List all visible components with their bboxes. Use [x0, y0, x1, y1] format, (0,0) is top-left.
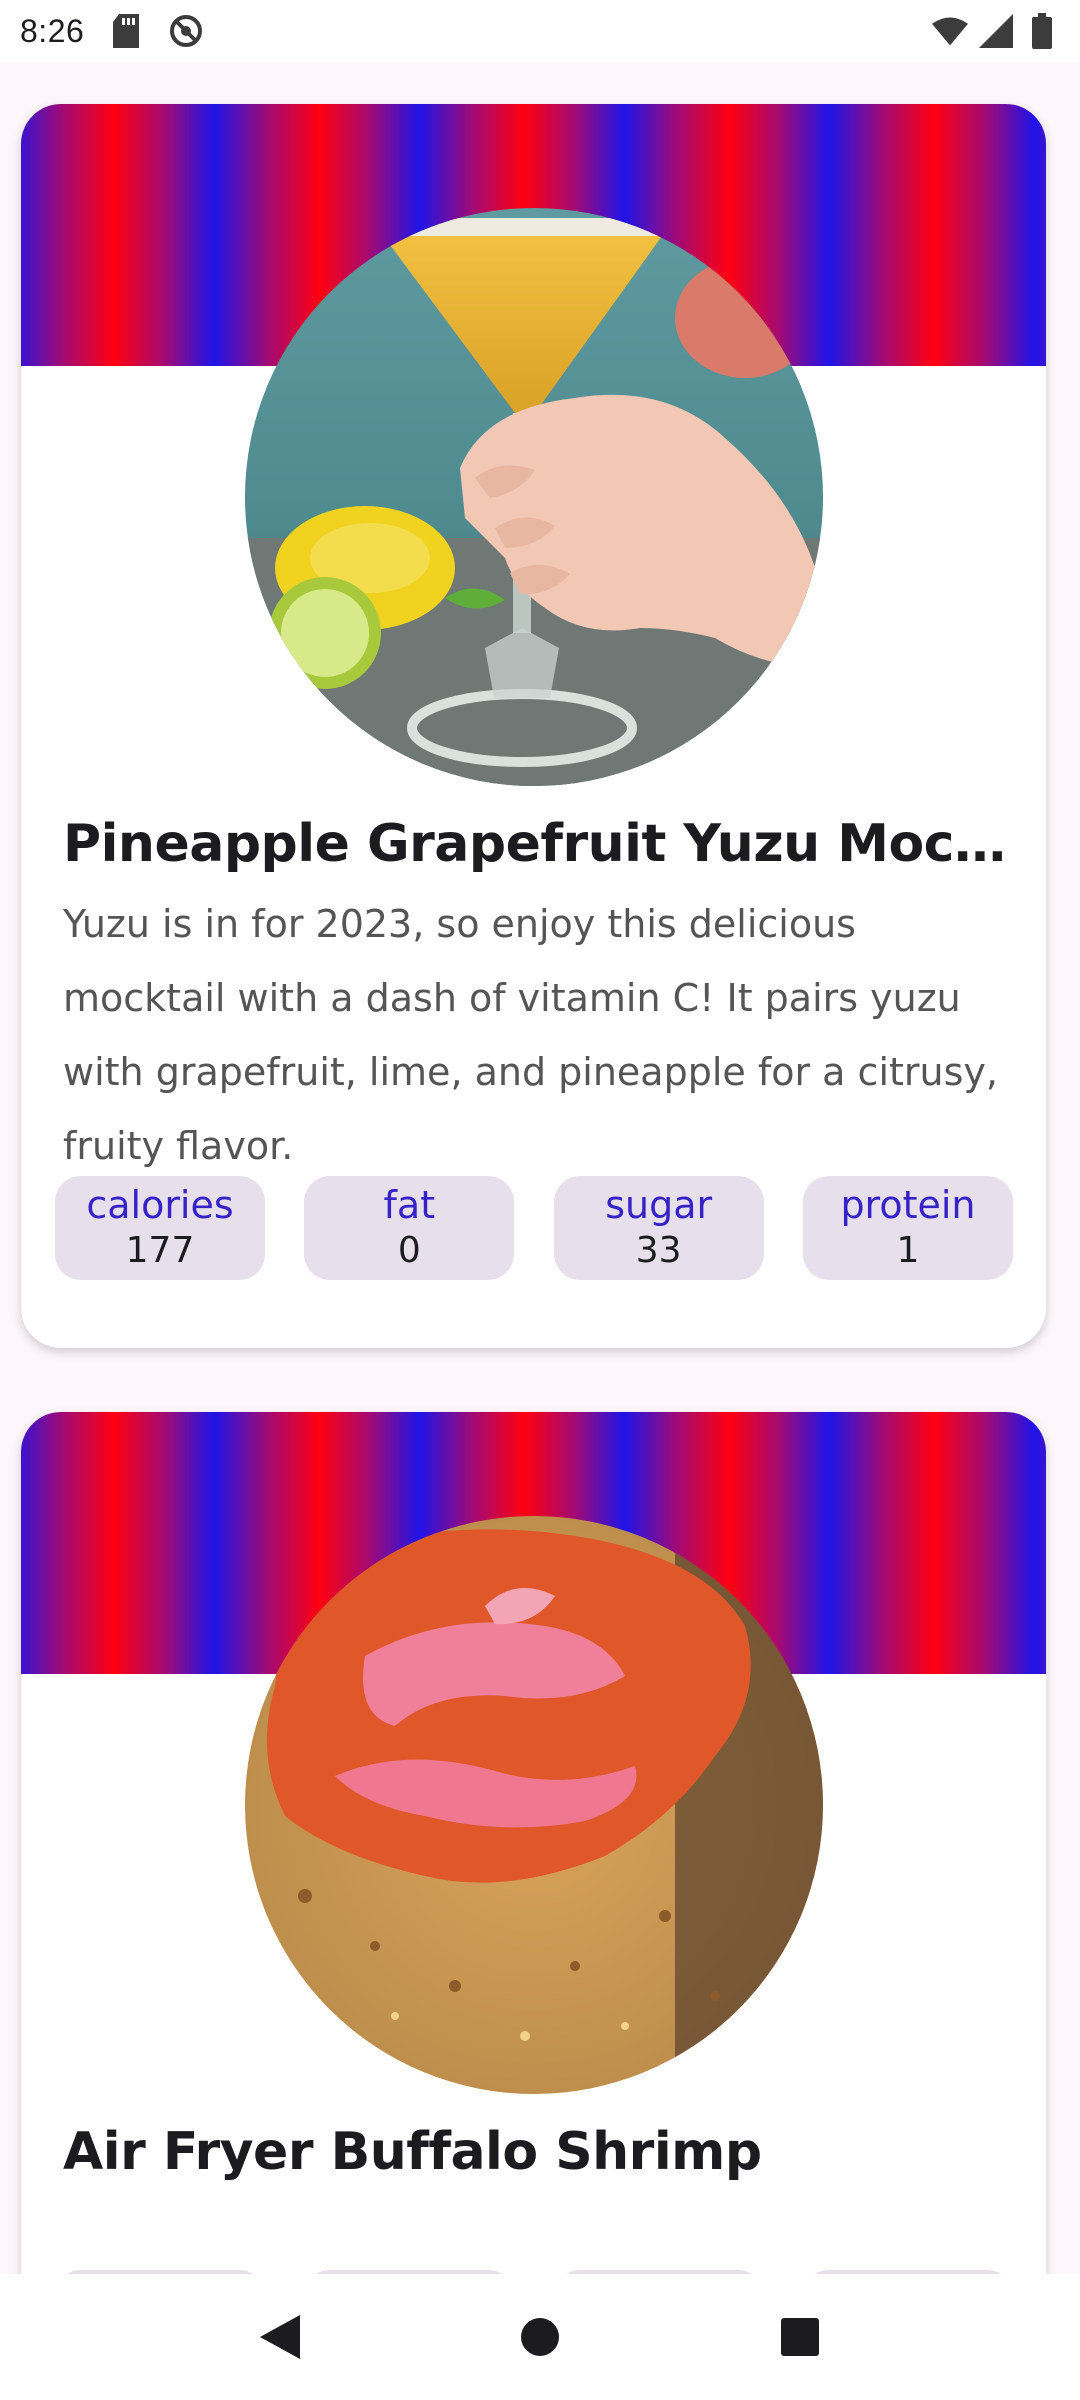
nutrient-label: sugar: [605, 1183, 713, 1227]
recents-icon: [781, 2318, 819, 2356]
nutrient-chip-sugar: sugar 33: [553, 1176, 764, 1280]
back-button[interactable]: [245, 2302, 315, 2372]
wifi-icon: [932, 13, 968, 49]
home-button[interactable]: [505, 2302, 575, 2372]
recipe-card[interactable]: Air Fryer Buffalo Shrimp calories fat su…: [21, 1412, 1046, 2274]
nutrient-label: calories: [86, 1183, 234, 1227]
recipe-photo: [245, 1516, 823, 2094]
nutrient-value: 33: [635, 1230, 682, 1271]
sd-card-icon: [108, 13, 144, 49]
nutrient-value: 177: [125, 1230, 195, 1271]
recipe-title: Air Fryer Buffalo Shrimp: [63, 2122, 762, 2182]
nutrient-value: 0: [397, 1230, 421, 1271]
status-right: [932, 13, 1060, 49]
recipe-description: Yuzu is in for 2023, so enjoy this delic…: [63, 902, 998, 1168]
status-left: 8:26: [20, 13, 204, 50]
nutrient-value: 1: [896, 1230, 920, 1271]
nutrient-chip-fat: fat 0: [304, 1176, 515, 1280]
home-icon: [521, 2318, 559, 2356]
signal-icon: [978, 13, 1014, 49]
recipe-photo: [245, 208, 823, 786]
no-disturb-icon: [168, 13, 204, 49]
recipe-card[interactable]: Pineapple Grapefruit Yuzu Mocktail Yuzu …: [21, 104, 1046, 1348]
nutrient-label: protein: [840, 1183, 976, 1227]
back-icon: [260, 2315, 300, 2359]
nutrient-chips: calories 177 fat 0 sugar 33 protein 1: [55, 1176, 1013, 1280]
navigation-bar: [0, 2274, 1080, 2400]
nutrient-chip-calories: calories 177: [55, 1176, 265, 1280]
battery-icon: [1024, 13, 1060, 49]
recents-button[interactable]: [765, 2302, 835, 2372]
recipe-feed[interactable]: Pineapple Grapefruit Yuzu Mocktail Yuzu …: [0, 62, 1080, 2274]
status-time: 8:26: [20, 12, 85, 49]
recipe-title: Pineapple Grapefruit Yuzu Mocktail: [63, 814, 1013, 874]
nutrient-label: fat: [383, 1183, 436, 1227]
nutrient-chip-protein: protein 1: [802, 1176, 1013, 1280]
status-bar: 8:26: [0, 0, 1080, 62]
